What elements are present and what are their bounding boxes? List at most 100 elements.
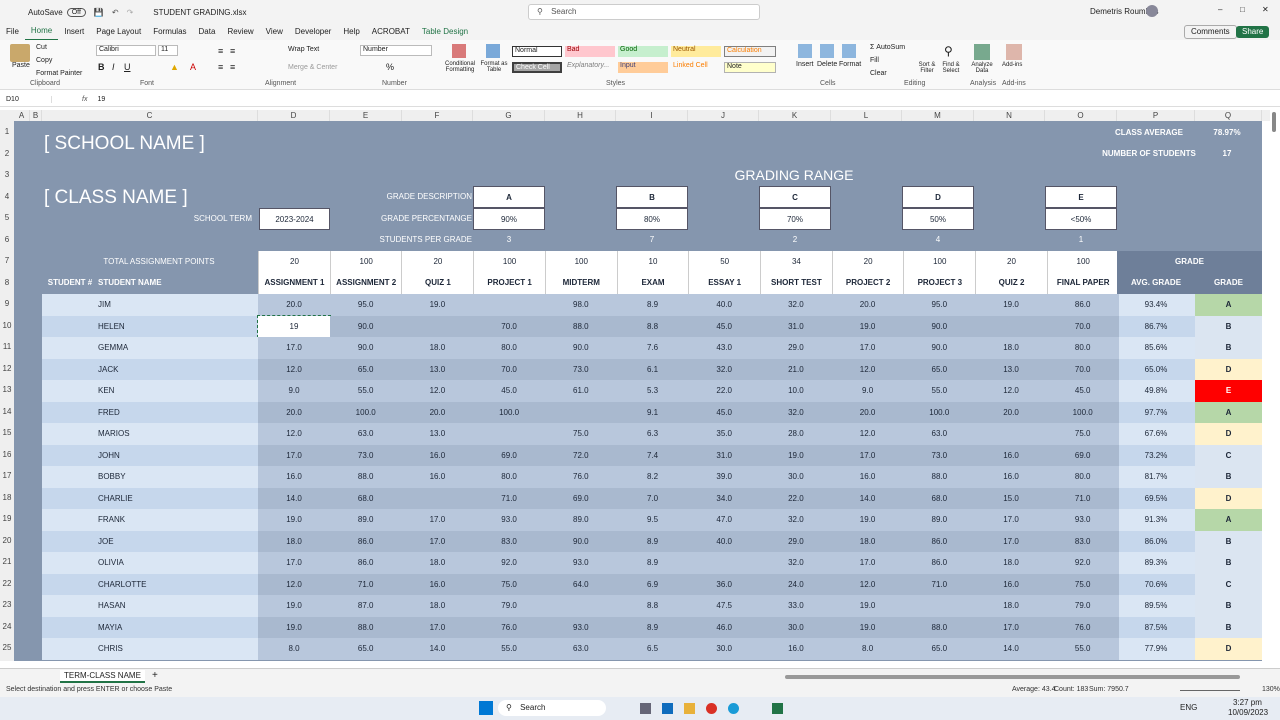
score-cell[interactable]: 20.0 xyxy=(258,294,330,316)
assignment-points[interactable]: 100 xyxy=(544,251,617,273)
assignment-header[interactable]: ASSIGNMENT 1 xyxy=(258,272,330,294)
letter-grade-cell[interactable]: E xyxy=(1195,380,1262,402)
menu-home[interactable]: Home xyxy=(24,23,59,41)
assignment-points[interactable]: 34 xyxy=(759,251,832,273)
student-name-cell[interactable]: MARIOS xyxy=(98,423,258,445)
letter-grade-cell[interactable]: B xyxy=(1195,616,1262,638)
score-cell[interactable]: 19.0 xyxy=(831,315,904,337)
score-cell[interactable]: 17.0 xyxy=(831,337,904,359)
autosave-toggle[interactable]: Off xyxy=(66,7,86,17)
score-cell[interactable]: 75.0 xyxy=(544,423,617,445)
menu-data[interactable]: Data xyxy=(193,24,222,40)
score-cell[interactable]: 17.0 xyxy=(258,337,330,359)
score-cell[interactable]: 32.0 xyxy=(759,294,832,316)
score-cell[interactable]: 14.0 xyxy=(401,638,474,660)
zoom-slider[interactable] xyxy=(1180,690,1240,691)
assignment-header[interactable]: PROJECT 3 xyxy=(903,272,975,294)
name-box[interactable]: D10 xyxy=(0,96,52,103)
score-cell[interactable]: 19.0 xyxy=(831,616,904,638)
vertical-scrollbar[interactable] xyxy=(1272,112,1276,132)
underline-icon[interactable]: U xyxy=(124,62,131,72)
column-header-q[interactable]: Q xyxy=(1195,110,1262,121)
score-cell[interactable]: 55.0 xyxy=(329,380,402,402)
merge-center-button[interactable]: Merge & Center xyxy=(288,64,337,71)
assignment-header[interactable]: FINAL PAPER xyxy=(1046,272,1119,294)
score-cell[interactable]: 16.0 xyxy=(401,466,474,488)
score-cell[interactable]: 68.0 xyxy=(903,487,976,509)
score-cell[interactable]: 45.0 xyxy=(473,380,546,402)
avg-grade-cell[interactable]: 70.6% xyxy=(1117,574,1195,596)
score-cell[interactable]: 33.0 xyxy=(759,595,832,617)
score-cell[interactable]: 46.0 xyxy=(688,616,761,638)
align-top-icon[interactable]: ≡ xyxy=(218,46,223,56)
score-cell[interactable]: 32.0 xyxy=(759,401,832,423)
score-cell[interactable]: 61.0 xyxy=(544,380,617,402)
delete-cells-icon[interactable] xyxy=(820,44,834,58)
avg-grade-cell[interactable]: 65.0% xyxy=(1117,359,1195,381)
score-cell[interactable]: 12.0 xyxy=(258,573,330,595)
score-cell[interactable]: 86.0 xyxy=(903,552,976,574)
row-header-21[interactable]: 21 xyxy=(0,557,14,566)
score-cell[interactable]: 39.0 xyxy=(688,466,761,488)
column-header-o[interactable]: O xyxy=(1045,110,1117,121)
assignment-points[interactable]: 100 xyxy=(903,251,975,273)
format-painter-button[interactable]: Format Painter xyxy=(36,70,82,77)
score-cell[interactable]: 93.0 xyxy=(1046,509,1119,531)
style-note[interactable]: Note xyxy=(724,62,776,73)
score-cell[interactable]: 8.8 xyxy=(616,315,689,337)
align-left-icon[interactable]: ≡ xyxy=(218,62,223,72)
row-header-24[interactable]: 24 xyxy=(0,622,14,631)
score-cell[interactable]: 17.0 xyxy=(975,616,1047,638)
analyze-data-button[interactable]: Analyze Data xyxy=(968,62,996,74)
row-header-7[interactable]: 7 xyxy=(0,256,14,265)
score-cell[interactable]: 86.0 xyxy=(903,530,976,552)
copy-button[interactable]: Copy xyxy=(36,57,52,64)
column-header-j[interactable]: J xyxy=(688,110,759,121)
score-cell[interactable]: 30.0 xyxy=(759,616,832,638)
score-cell[interactable]: 19.0 xyxy=(258,616,330,638)
grade-letter-box[interactable]: B xyxy=(616,186,688,208)
score-cell[interactable]: 19.0 xyxy=(258,595,330,617)
score-cell[interactable]: 29.0 xyxy=(759,530,832,552)
letter-grade-cell[interactable]: B xyxy=(1195,315,1262,337)
score-cell[interactable]: 16.0 xyxy=(401,573,474,595)
excel-app-icon[interactable] xyxy=(772,703,783,714)
search-box[interactable]: ⚲ Search xyxy=(528,4,760,20)
score-cell[interactable]: 70.0 xyxy=(1046,315,1119,337)
row-header-3[interactable]: 3 xyxy=(0,170,14,179)
score-cell[interactable]: 12.0 xyxy=(258,423,330,445)
score-cell[interactable]: 72.0 xyxy=(544,444,617,466)
avg-grade-cell[interactable]: 93.4% xyxy=(1117,294,1195,316)
column-header-m[interactable]: M xyxy=(902,110,974,121)
score-cell[interactable]: 7.4 xyxy=(616,444,689,466)
format-as-table-icon[interactable] xyxy=(486,44,500,58)
addins-button[interactable]: Add-ins xyxy=(1002,62,1022,68)
fill-button[interactable]: Fill xyxy=(870,57,879,64)
menu-acrobat[interactable]: ACROBAT xyxy=(366,24,416,40)
score-cell[interactable]: 32.0 xyxy=(759,509,832,531)
assignment-header[interactable]: MIDTERM xyxy=(544,272,617,294)
row-header-11[interactable]: 11 xyxy=(0,342,14,351)
score-cell[interactable]: 6.3 xyxy=(616,423,689,445)
row-header-22[interactable]: 22 xyxy=(0,579,14,588)
score-cell[interactable]: 93.0 xyxy=(544,552,617,574)
autosum-button[interactable]: Σ AutoSum xyxy=(870,44,905,51)
student-name-cell[interactable]: JOHN xyxy=(98,445,258,467)
score-cell[interactable]: 17.0 xyxy=(975,530,1047,552)
windows-start-icon[interactable] xyxy=(479,701,493,715)
score-cell[interactable]: 8.9 xyxy=(616,294,689,316)
letter-grade-cell[interactable]: A xyxy=(1195,509,1262,531)
score-cell[interactable]: 6.5 xyxy=(616,638,689,660)
avg-grade-cell[interactable]: 77.9% xyxy=(1117,638,1195,660)
menu-developer[interactable]: Developer xyxy=(289,24,337,40)
score-cell[interactable]: 32.0 xyxy=(688,358,761,380)
font-color-icon[interactable]: A xyxy=(190,62,196,72)
score-cell[interactable]: 63.0 xyxy=(329,423,402,445)
row-header-10[interactable]: 10 xyxy=(0,321,14,330)
score-cell[interactable]: 90.0 xyxy=(329,337,402,359)
align-middle-icon[interactable]: ≡ xyxy=(230,46,235,56)
score-cell[interactable]: 75.0 xyxy=(1046,423,1119,445)
score-cell[interactable] xyxy=(903,595,976,617)
score-cell[interactable]: 17.0 xyxy=(401,616,474,638)
column-header-p[interactable]: P xyxy=(1117,110,1195,121)
